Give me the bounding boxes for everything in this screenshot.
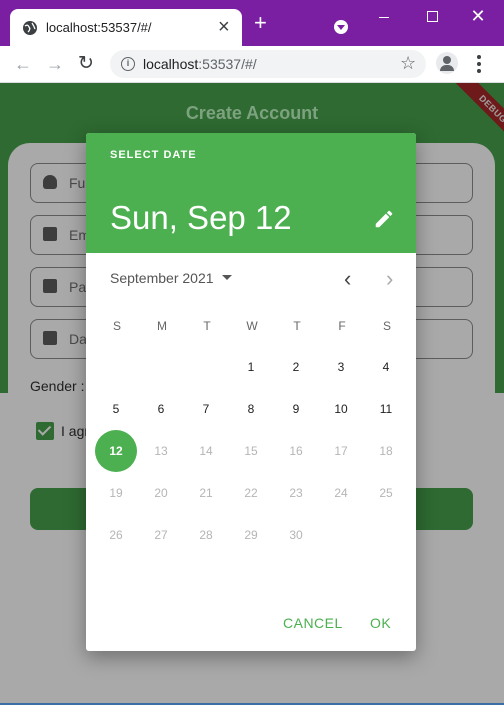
calendar-day[interactable]: 1 [230, 346, 272, 388]
calendar-day[interactable]: 10 [320, 388, 362, 430]
calendar-day: 13 [154, 444, 168, 458]
browser-toolbar: ← → ↻ i localhost:53537/#/ ☆ [0, 46, 504, 83]
forward-arrow-icon[interactable]: → [46, 52, 64, 76]
calendar-day: 26 [109, 528, 123, 542]
browser-tab[interactable]: localhost:53537/#/ × [10, 9, 242, 46]
calendar-day[interactable]: 2 [275, 346, 317, 388]
back-arrow-icon[interactable]: ← [14, 52, 32, 76]
maximize-button[interactable] [421, 6, 443, 26]
calendar-day: 19 [109, 486, 123, 500]
previous-month-button[interactable]: ‹ [344, 268, 351, 290]
calendar-day[interactable]: 6 [140, 388, 182, 430]
calendar-day: 15 [244, 444, 258, 458]
ok-button[interactable]: OK [370, 615, 391, 631]
weekday-label: F [338, 319, 346, 333]
weekday-label: S [382, 319, 391, 333]
calendar-day: 22 [244, 486, 258, 500]
window-close-button[interactable]: ✕ [467, 6, 489, 26]
terms-checkbox[interactable] [36, 422, 54, 440]
url-host: localhost [143, 56, 199, 72]
profile-icon[interactable] [436, 52, 458, 74]
url-path: :53537/#/ [198, 56, 257, 72]
month-year-label: September 2021 [110, 270, 214, 286]
new-tab-button[interactable]: + [254, 12, 267, 34]
date-picker-help-text: SELECT DATE [110, 149, 197, 161]
calendar-day[interactable]: 11 [365, 388, 407, 430]
calendar-day: 25 [379, 486, 393, 500]
weekday-label: W [246, 319, 258, 333]
date-picker-dialog: SELECT DATE Sun, Sep 12 September 2021 ‹… [86, 133, 416, 651]
calendar-day: 28 [199, 528, 213, 542]
calendar-day[interactable]: 7 [185, 388, 227, 430]
weekday-label: S [112, 319, 121, 333]
month-year-dropdown[interactable]: September 2021 [110, 270, 232, 290]
weekday-label: M [157, 319, 167, 333]
calendar-day: 18 [379, 444, 393, 458]
browser-titlebar: localhost:53537/#/ × + ✕ [0, 0, 504, 46]
calendar-day: 14 [199, 444, 213, 458]
address-bar[interactable]: i localhost:53537/#/ ☆ [110, 50, 426, 78]
kebab-menu-icon[interactable] [472, 52, 486, 76]
calendar-day[interactable]: 5 [95, 388, 137, 430]
calendar-day[interactable]: 9 [275, 388, 317, 430]
selected-date-text: Sun, Sep 12 [110, 199, 292, 236]
calendar-day-selected[interactable]: 12 [95, 430, 137, 472]
gender-label: Gender : [30, 378, 85, 394]
calendar-day: 24 [334, 486, 348, 500]
calendar-day: 27 [154, 528, 168, 542]
calendar-icon [43, 331, 57, 345]
lock-icon [43, 279, 57, 293]
url-text: localhost:53537/#/ [143, 56, 257, 72]
calendar-day: 20 [154, 486, 168, 500]
calendar-day: 29 [244, 528, 258, 542]
field-label: Pa [69, 279, 87, 295]
calendar-day: 23 [289, 486, 303, 500]
tab-close-icon[interactable]: × [218, 17, 230, 37]
tab-title: localhost:53537/#/ [46, 20, 152, 35]
next-month-button[interactable]: › [386, 268, 393, 290]
calendar-day: 17 [334, 444, 348, 458]
star-icon[interactable]: ☆ [400, 53, 416, 74]
date-picker-header: SELECT DATE Sun, Sep 12 [86, 133, 416, 253]
calendar-day: 16 [289, 444, 303, 458]
person-icon [43, 175, 57, 189]
terms-label: I agr [61, 423, 90, 439]
cancel-button[interactable]: CANCEL [283, 615, 343, 631]
weekday-label: T [293, 319, 301, 333]
page-title: Create Account [185, 103, 319, 123]
tab-search-icon[interactable] [334, 20, 348, 34]
email-icon [43, 227, 57, 241]
pencil-icon[interactable] [373, 208, 395, 230]
weekday-label: T [203, 319, 211, 333]
calendar-day[interactable]: 4 [365, 346, 407, 388]
weekday-header-row: S M T W T F S [94, 319, 408, 335]
field-label: Da [69, 331, 87, 347]
reload-icon[interactable]: ↻ [78, 52, 94, 76]
info-icon[interactable]: i [121, 57, 135, 71]
calendar-day[interactable]: 3 [320, 346, 362, 388]
calendar-day: 21 [199, 486, 213, 500]
calendar-day: 30 [289, 528, 303, 542]
minimize-button[interactable] [373, 6, 395, 26]
calendar-day[interactable]: 8 [230, 388, 272, 430]
globe-icon [23, 21, 37, 35]
chevron-down-icon [221, 275, 232, 280]
